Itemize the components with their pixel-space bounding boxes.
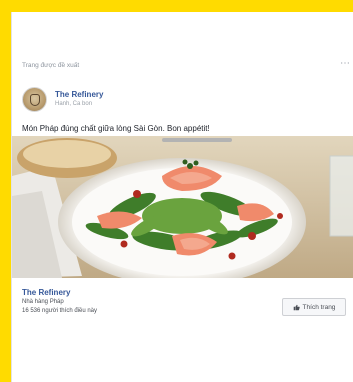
page-category: Nhà hàng Pháp	[22, 299, 64, 305]
more-options-icon[interactable]: ⋯	[340, 58, 351, 69]
suggested-page-label: Trang được đề xuất	[22, 62, 80, 69]
page-avatar[interactable]	[22, 87, 47, 112]
page-subtitle: Hanh, Ca bon	[55, 101, 93, 107]
post-author: The Refinery Hanh, Ca bon	[22, 87, 353, 121]
page-likes-count: 16 536 người thích điều này	[22, 308, 98, 314]
footer-page-name-link[interactable]: The Refinery	[22, 288, 70, 297]
like-page-button[interactable]: Thích trang	[282, 298, 346, 316]
thumbs-up-icon	[293, 304, 300, 310]
logo-icon	[30, 94, 40, 106]
suggested-page-card: Trang được đề xuất ⋯ The Refinery Hanh, …	[11, 12, 353, 382]
salmon-salad-image	[12, 136, 353, 278]
post-photo[interactable]	[12, 136, 353, 278]
post-message: Món Pháp đúng chất giữa lòng Sài Gòn. Bo…	[22, 124, 210, 133]
card-header: Trang được đề xuất ⋯	[22, 58, 353, 76]
like-page-button-label: Thích trang	[302, 303, 336, 311]
page-name-link[interactable]: The Refinery	[55, 90, 103, 99]
